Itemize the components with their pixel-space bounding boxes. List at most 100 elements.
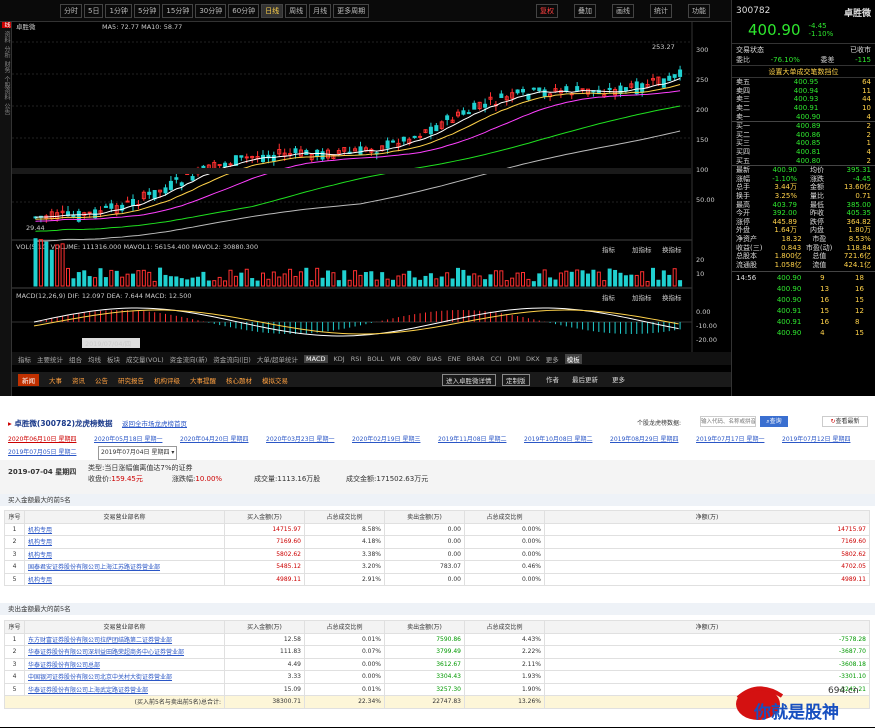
indicator-tab-14[interactable]: OBV xyxy=(407,355,421,363)
lhb-date-link-5[interactable]: 2019年11月08日 星期二 xyxy=(438,434,524,446)
table-cell[interactable]: 机构专用 xyxy=(24,547,225,561)
pane-tool-0[interactable]: 指标 xyxy=(602,245,616,254)
period-tab-8[interactable]: 周线 xyxy=(285,3,308,18)
left-tab-4[interactable]: 财务 xyxy=(2,61,11,73)
period-tab-7[interactable]: 日线 xyxy=(261,3,284,18)
table-cell[interactable]: 国泰君安证券股份有限公司上海江苏路证券营业部 xyxy=(24,560,225,574)
pane-tool-2[interactable]: 换指标 xyxy=(662,293,682,302)
lhb-date-link-4[interactable]: 2020年02月19日 星期三 xyxy=(352,434,438,446)
period-tab-10[interactable]: 更多周期 xyxy=(333,3,370,18)
table-cell[interactable]: 机构专用 xyxy=(24,522,225,536)
indicator-tab-3[interactable]: 均线 xyxy=(88,354,101,364)
pane-tool-0[interactable]: 指标 xyxy=(602,293,616,302)
table-cell[interactable]: 机构专用 xyxy=(24,572,225,586)
volume-bar xyxy=(586,273,590,287)
news-tab-0[interactable]: 新闻 xyxy=(18,373,39,386)
news-tab-7[interactable]: 核心题材 xyxy=(226,375,252,385)
indicator-tab-16[interactable]: ENE xyxy=(448,355,461,363)
table-cell[interactable]: 东方财富证券股份有限公司拉萨团结路第二证券营业部 xyxy=(24,632,225,646)
period-tab-9[interactable]: 月线 xyxy=(309,3,332,18)
refresh-button[interactable]: ↻查看最新 xyxy=(822,416,868,427)
news-tab-8[interactable]: 模拟交易 xyxy=(262,375,288,385)
pane-tool-1[interactable]: 加指标 xyxy=(632,245,652,254)
indicator-tab-21[interactable]: 更多 xyxy=(546,354,559,364)
news-tab-2[interactable]: 资讯 xyxy=(72,375,85,385)
left-tab-5[interactable]: 个股资料 xyxy=(2,76,11,100)
indicator-tab-6[interactable]: 资金流向(新) xyxy=(170,354,208,364)
search-button-label: 查询 xyxy=(769,418,782,425)
table-cell[interactable]: 华泰证券股份有限公司总部 xyxy=(24,657,225,671)
tool-4[interactable]: 功能 xyxy=(688,4,710,18)
left-tab-2[interactable]: 资料 xyxy=(2,31,11,43)
news-right-3[interactable]: 最后更新 xyxy=(572,374,598,384)
pane-tool-2[interactable]: 换指标 xyxy=(662,245,682,254)
lhb-date-link-0[interactable]: 2020年06月10日 星期四 xyxy=(8,434,94,446)
kline-chart[interactable]: 卓胜微 MA5: 72.77 MA10: 58.77 300 250 200 150 100… xyxy=(12,22,731,396)
news-tab-3[interactable]: 公告 xyxy=(95,375,108,385)
period-tab-0[interactable]: 分时 xyxy=(60,3,82,18)
news-right-2[interactable]: 作者 xyxy=(546,374,559,384)
news-tab-5[interactable]: 机构评级 xyxy=(154,375,180,385)
table-cell[interactable]: 中国银河证券股份有限公司北京中关村大街证券营业部 xyxy=(24,670,225,684)
news-tab-4[interactable]: 研究报告 xyxy=(118,375,144,385)
indicator-tab-7[interactable]: 资金流向(旧) xyxy=(213,354,251,364)
indicator-tab-1[interactable]: 主要统计 xyxy=(37,354,63,364)
period-tab-5[interactable]: 30分钟 xyxy=(195,3,227,18)
lhb-date-link-7[interactable]: 2019年08月29日 星期四 xyxy=(610,434,696,446)
asks-row: 卖一 400.90 4 xyxy=(732,112,875,121)
period-tab-3[interactable]: 5分钟 xyxy=(133,3,161,18)
lhb-date-link-6[interactable]: 2019年10月08日 星期二 xyxy=(524,434,610,446)
news-tab-1[interactable]: 大事 xyxy=(49,375,62,385)
lhb-date-link-3[interactable]: 2020年03月23日 星期一 xyxy=(266,434,352,446)
level2-link[interactable]: 设置大单成交笔数挡位 xyxy=(732,66,875,78)
indicator-tab-8[interactable]: 大单/超单统计 xyxy=(257,354,298,364)
indicator-tab-5[interactable]: 成交量(VOL) xyxy=(126,354,164,364)
volume-bar xyxy=(396,275,401,287)
news-right-0[interactable]: 进入卓胜微详情 xyxy=(442,374,496,386)
period-tab-1[interactable]: 5日 xyxy=(84,3,104,18)
pane-tool-1[interactable]: 加指标 xyxy=(632,293,652,302)
bids-row: 买四 400.81 4 xyxy=(732,148,875,157)
indicator-tab-11[interactable]: RSI xyxy=(351,355,362,363)
lhb-date-link-9[interactable]: 2019年07月12日 星期四 xyxy=(782,434,868,446)
table-cell[interactable]: 华泰证券股份有限公司深圳益田路荣超商务中心证券营业部 xyxy=(24,645,225,659)
news-right-4[interactable]: 更多 xyxy=(612,374,625,384)
indicator-tab-0[interactable]: 指标 xyxy=(18,354,31,364)
indicator-tab-20[interactable]: DKX xyxy=(526,355,540,363)
indicator-tab-10[interactable]: KDJ xyxy=(334,355,345,363)
lhb-date-link-8[interactable]: 2019年07月17日 星期一 xyxy=(696,434,782,446)
left-tab-6[interactable]: 公告 xyxy=(2,103,11,115)
lhb-date-link-1[interactable]: 2020年05月18日 星期一 xyxy=(94,434,180,446)
period-tab-2[interactable]: 1分钟 xyxy=(105,3,132,18)
indicator-tab-2[interactable]: 组合 xyxy=(69,354,82,364)
day-summary: 2019-07-04 星期四 类型:当日涨幅偏离值达7%的证券 收盘价:159.… xyxy=(0,460,875,494)
news-right-1[interactable]: 定制版 xyxy=(502,374,530,386)
news-tab-6[interactable]: 大事提醒 xyxy=(190,375,216,385)
candle xyxy=(391,140,395,143)
period-tab-4[interactable]: 15分钟 xyxy=(162,3,194,18)
tool-1[interactable]: 叠加 xyxy=(574,4,596,18)
indicator-tab-4[interactable]: 板块 xyxy=(107,354,120,364)
back-to-market-link[interactable]: 返回全市场龙虎榜首页 xyxy=(122,418,187,428)
lhb-date-link-10[interactable]: 2019年07月05日 星期二 xyxy=(8,447,94,459)
tool-2[interactable]: 画线 xyxy=(612,4,634,18)
date-select[interactable]: 2019年07月04日 星期四 ▾ xyxy=(98,446,178,460)
tool-3[interactable]: 统计 xyxy=(650,4,672,18)
indicator-tab-15[interactable]: BIAS xyxy=(427,355,442,363)
table-cell[interactable]: 机构专用 xyxy=(24,535,225,549)
indicator-tab-22[interactable]: 模板 xyxy=(564,353,582,364)
indicator-tab-18[interactable]: CCI xyxy=(490,355,501,363)
period-tab-6[interactable]: 60分钟 xyxy=(228,3,260,18)
total-cell: 22.34% xyxy=(304,695,385,709)
indicator-tab-9[interactable]: MACD xyxy=(304,354,328,363)
indicator-tab-13[interactable]: WR xyxy=(390,355,401,363)
lhb-date-link-2[interactable]: 2020年04月20日 星期四 xyxy=(180,434,266,446)
indicator-tab-19[interactable]: DMI xyxy=(507,355,520,363)
table-cell[interactable]: 华泰证券股份有限公司上海武定路证券营业部 xyxy=(24,682,225,696)
indicator-tab-12[interactable]: BOLL xyxy=(367,355,384,363)
stock-search-input[interactable] xyxy=(700,416,756,427)
indicator-tab-17[interactable]: BRAR xyxy=(467,355,485,363)
search-button[interactable]: ⌕查询 xyxy=(760,416,788,427)
left-tab-3[interactable]: 分析 xyxy=(2,46,11,58)
tool-0[interactable]: 复权 xyxy=(536,4,558,18)
